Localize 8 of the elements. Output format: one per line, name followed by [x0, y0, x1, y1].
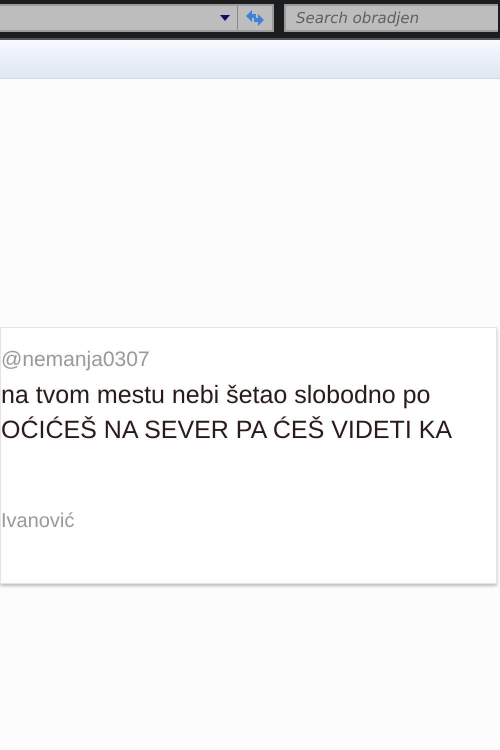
search-field[interactable]: Search obradjen — [284, 4, 498, 32]
refresh-icon[interactable] — [244, 8, 266, 28]
author-name: Ivanović — [1, 510, 76, 533]
address-field[interactable] — [0, 4, 274, 32]
tweet-text: OĆIĆEŠ NA SEVER PA ĆEŠ VIDETI KA — [1, 415, 454, 446]
tweet-text: na tvom mestu nebi šetao slobodno po — [1, 380, 432, 411]
user-handle: @nemanja0307 — [1, 348, 151, 372]
dropdown-icon[interactable] — [220, 15, 230, 21]
